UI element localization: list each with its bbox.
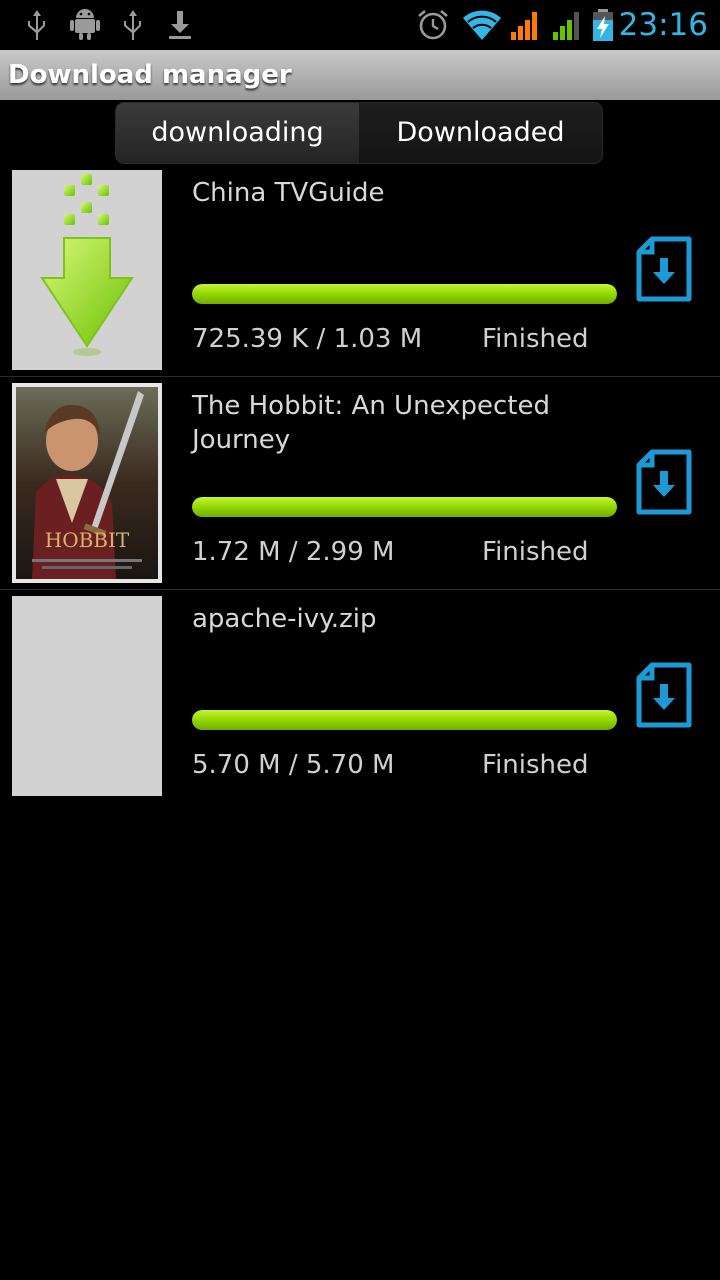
signal-icon — [511, 12, 537, 40]
signal-icon — [553, 12, 579, 40]
download-arrow-icon — [40, 174, 134, 356]
page-title: Download manager — [8, 60, 292, 90]
battery-charging-icon — [593, 9, 613, 41]
wifi-icon — [463, 10, 501, 40]
list-item[interactable]: HOBBIT The Hobbit: An Unexpected Journey… — [0, 377, 720, 590]
item-size: 725.39 K / 1.03 M — [192, 324, 423, 354]
android-debug-icon — [70, 9, 100, 40]
tab-bar: downloading Downloaded — [116, 103, 602, 163]
movie-poster: HOBBIT — [16, 387, 158, 579]
file-download-icon[interactable] — [636, 662, 692, 728]
thumbnail — [12, 596, 162, 796]
file-download-icon[interactable] — [636, 449, 692, 515]
tab-downloaded[interactable]: Downloaded — [359, 103, 602, 163]
item-status: Finished — [482, 324, 589, 354]
progress-bar — [192, 710, 617, 730]
status-bar: 23:16 — [0, 0, 720, 50]
progress-fill — [192, 497, 617, 517]
list-item[interactable]: China TVGuide 725.39 K / 1.03 M Finished — [0, 164, 720, 377]
thumbnail — [12, 170, 162, 370]
item-name: China TVGuide — [192, 178, 385, 208]
title-bar: Download manager — [0, 50, 720, 100]
item-status: Finished — [482, 537, 589, 567]
download-icon — [169, 11, 191, 39]
svg-text:HOBBIT: HOBBIT — [45, 528, 130, 552]
item-size: 1.72 M / 2.99 M — [192, 537, 395, 567]
file-download-icon[interactable] — [636, 236, 692, 302]
progress-fill — [192, 710, 617, 730]
thumbnail: HOBBIT — [12, 383, 162, 583]
item-name: apache-ivy.zip — [192, 604, 377, 634]
usb-icon — [124, 10, 141, 40]
usb-icon — [28, 10, 45, 40]
progress-bar — [192, 284, 617, 304]
alarm-icon — [418, 10, 448, 40]
item-name: The Hobbit: An Unexpected Journey — [192, 391, 550, 455]
item-size: 5.70 M / 5.70 M — [192, 750, 395, 780]
list-item[interactable]: apache-ivy.zip 5.70 M / 5.70 M Finished — [0, 590, 720, 802]
tab-downloading[interactable]: downloading — [116, 103, 359, 163]
clock: 23:16 — [618, 7, 708, 43]
progress-bar — [192, 497, 617, 517]
progress-fill — [192, 284, 617, 304]
item-status: Finished — [482, 750, 589, 780]
